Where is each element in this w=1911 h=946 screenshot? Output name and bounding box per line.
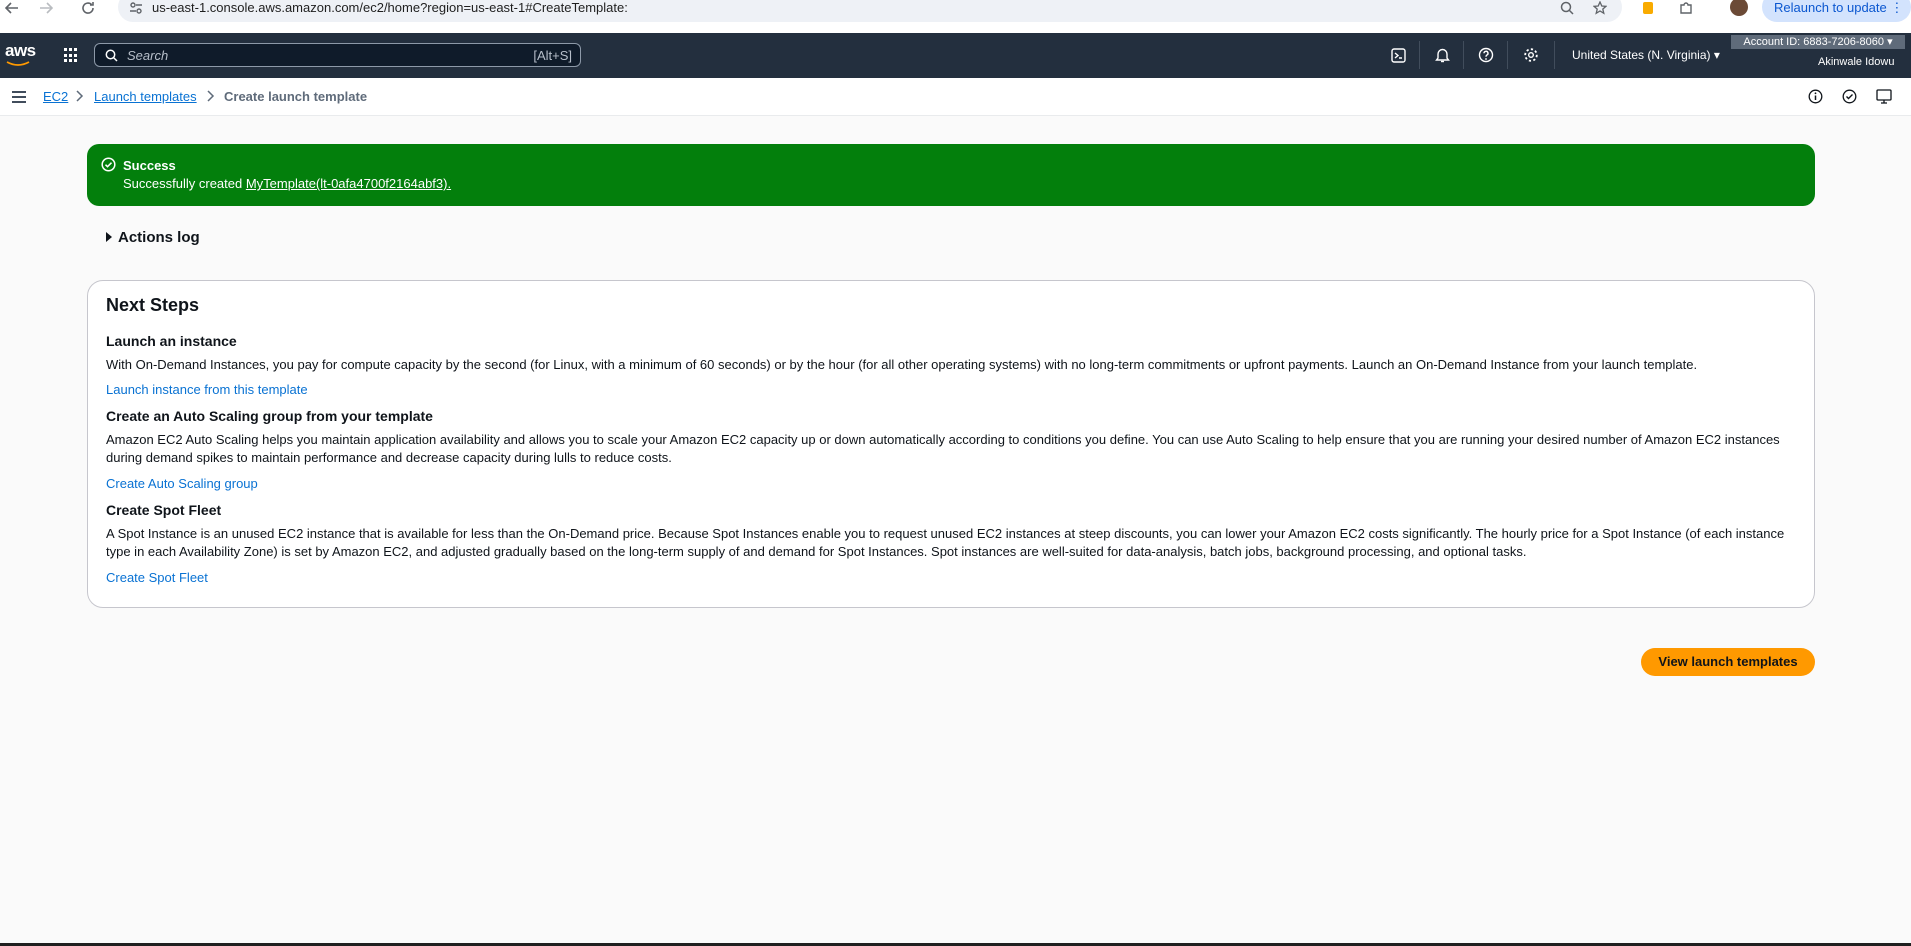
nav-divider bbox=[1554, 41, 1555, 69]
chevron-right-icon bbox=[207, 90, 215, 102]
next-steps-title: Next Steps bbox=[106, 295, 200, 315]
menu-hamburger-icon[interactable] bbox=[12, 91, 26, 103]
next-steps-panel: Next Steps Launch an instance With On-De… bbox=[87, 280, 1815, 608]
bookmark-star-icon[interactable] bbox=[1588, 0, 1612, 16]
flash-message-prefix: Successfully created bbox=[123, 176, 246, 191]
actions-log-toggle[interactable]: Actions log bbox=[106, 229, 200, 246]
feedback-icon[interactable] bbox=[1876, 89, 1892, 104]
section-body-spot: A Spot Instance is an unused EC2 instanc… bbox=[106, 526, 1785, 559]
success-flash: Success Successfully created MyTemplate(… bbox=[87, 144, 1815, 206]
search-input[interactable]: Search [Alt+S] bbox=[94, 43, 581, 67]
actions-log-label: Actions log bbox=[118, 229, 200, 246]
url-text[interactable]: us-east-1.console.aws.amazon.com/ec2/hom… bbox=[152, 0, 628, 16]
account-id-badge[interactable]: Account ID: 6883-7206-8060 ▾ bbox=[1731, 35, 1905, 49]
breadcrumb-launch-templates[interactable]: Launch templates bbox=[94, 89, 197, 104]
relaunch-label: Relaunch to update bbox=[1774, 0, 1887, 15]
breadcrumb-current: Create launch template bbox=[224, 89, 368, 104]
zoom-icon[interactable] bbox=[1555, 0, 1579, 16]
site-info-icon[interactable] bbox=[124, 0, 148, 16]
create-auto-scaling-link[interactable]: Create Auto Scaling group bbox=[106, 476, 258, 491]
search-shortcut: [Alt+S] bbox=[533, 48, 572, 63]
section-body-launch: With On-Demand Instances, you pay for co… bbox=[106, 357, 1698, 372]
search-placeholder: Search bbox=[127, 48, 169, 63]
section-heading-launch: Launch an instance bbox=[106, 333, 237, 349]
info-icon[interactable] bbox=[1808, 89, 1823, 104]
browser-toolbar: us-east-1.console.aws.amazon.com/ec2/hom… bbox=[0, 0, 1911, 33]
aws-logo[interactable]: aws bbox=[5, 41, 36, 61]
nav-divider bbox=[1419, 41, 1420, 69]
extension-icon[interactable] bbox=[1636, 0, 1660, 16]
region-selector[interactable]: United States (N. Virginia) ▾ bbox=[1572, 48, 1720, 62]
user-menu[interactable]: Akinwale Idowu bbox=[1818, 56, 1894, 68]
flash-message: Successfully created MyTemplate(lt-0afa4… bbox=[123, 176, 451, 191]
forward-arrow-icon[interactable] bbox=[34, 0, 58, 16]
view-launch-templates-button[interactable]: View launch templates bbox=[1641, 648, 1815, 676]
status-icon[interactable] bbox=[1842, 89, 1857, 104]
launch-instance-link[interactable]: Launch instance from this template bbox=[106, 382, 308, 397]
search-icon bbox=[105, 49, 118, 62]
profile-avatar[interactable] bbox=[1730, 0, 1748, 16]
breadcrumb-ec2[interactable]: EC2 bbox=[43, 89, 68, 104]
cloudshell-icon[interactable] bbox=[1389, 46, 1407, 64]
relaunch-button[interactable]: Relaunch to update ⋮ bbox=[1762, 0, 1911, 22]
caret-right-icon bbox=[106, 232, 112, 242]
breadcrumb: EC2 Launch templates Create launch templ… bbox=[0, 78, 1911, 116]
create-spot-fleet-link[interactable]: Create Spot Fleet bbox=[106, 570, 208, 585]
back-arrow-icon[interactable] bbox=[0, 0, 24, 16]
chevron-right-icon bbox=[76, 90, 84, 102]
reload-icon[interactable] bbox=[76, 0, 100, 16]
nav-divider bbox=[1463, 41, 1464, 69]
section-heading-spot: Create Spot Fleet bbox=[106, 502, 222, 518]
aws-top-nav: aws Search [Alt+S] United States (N. Vir… bbox=[0, 33, 1911, 78]
extensions-puzzle-icon[interactable] bbox=[1674, 0, 1698, 16]
flash-title: Success bbox=[123, 158, 176, 173]
services-grid-icon[interactable] bbox=[64, 48, 79, 63]
gear-icon[interactable] bbox=[1522, 46, 1540, 64]
section-body-autoscaling: Amazon EC2 Auto Scaling helps you mainta… bbox=[106, 432, 1780, 465]
help-icon[interactable] bbox=[1477, 46, 1495, 64]
aws-smile-icon bbox=[6, 61, 30, 66]
success-check-icon bbox=[101, 157, 116, 172]
template-link[interactable]: MyTemplate(lt-0afa4700f2164abf3). bbox=[246, 176, 451, 191]
nav-divider bbox=[1507, 41, 1508, 69]
section-heading-autoscaling: Create an Auto Scaling group from your t… bbox=[106, 408, 433, 424]
bell-icon[interactable] bbox=[1433, 46, 1451, 64]
